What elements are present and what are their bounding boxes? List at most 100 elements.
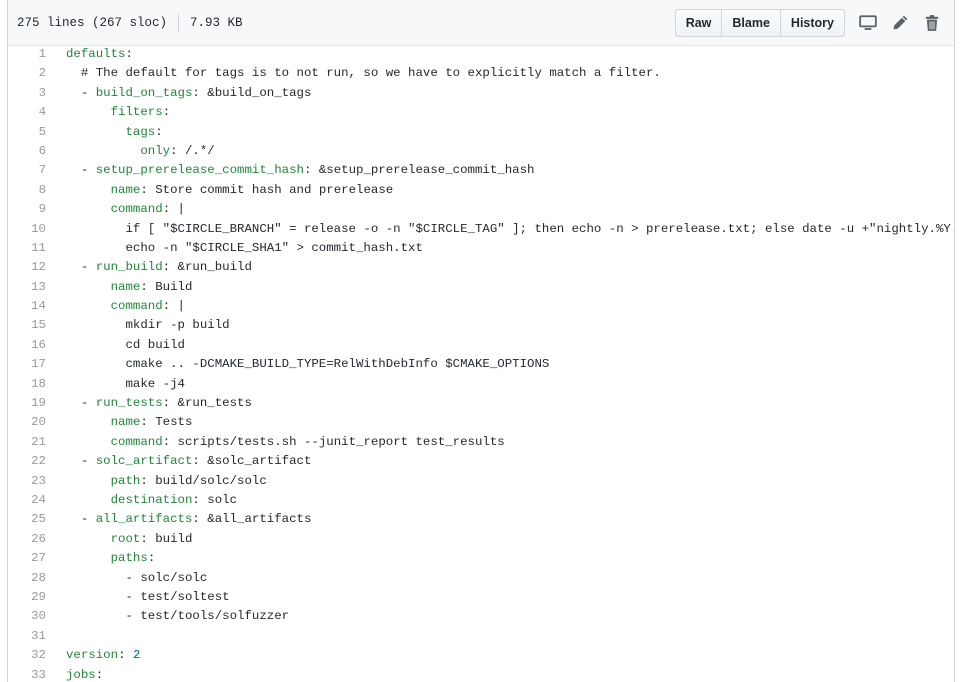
yaml-key: jobs bbox=[66, 667, 96, 682]
raw-button[interactable]: Raw bbox=[676, 10, 723, 36]
line-content: only: /.*/ bbox=[46, 142, 215, 161]
line-content: - run_build: &run_build bbox=[46, 258, 252, 277]
yaml-key: run_build bbox=[95, 260, 163, 275]
code-line: 4 filters: bbox=[8, 103, 954, 122]
code-indent: - bbox=[66, 454, 96, 469]
code-text: - test/soltest bbox=[66, 589, 230, 604]
line-content: command: | bbox=[46, 200, 185, 219]
line-number[interactable]: 5 bbox=[8, 123, 46, 142]
file-size: 7.93 KB bbox=[190, 16, 243, 30]
line-number[interactable]: 12 bbox=[8, 258, 46, 277]
history-button[interactable]: History bbox=[781, 10, 844, 36]
line-number[interactable]: 3 bbox=[8, 84, 46, 103]
line-number[interactable]: 31 bbox=[8, 627, 46, 646]
line-content: name: Store commit hash and prerelease bbox=[46, 181, 394, 200]
line-number[interactable]: 16 bbox=[8, 336, 46, 355]
yaml-value: : bbox=[95, 667, 104, 682]
line-number[interactable]: 9 bbox=[8, 200, 46, 219]
line-content: destination: solc bbox=[46, 491, 237, 510]
line-content: version: 2 bbox=[46, 646, 140, 665]
line-number[interactable]: 15 bbox=[8, 316, 46, 335]
line-content: mkdir -p build bbox=[46, 316, 230, 335]
line-content: - run_tests: &run_tests bbox=[46, 394, 252, 413]
line-number[interactable]: 22 bbox=[8, 452, 46, 471]
line-number[interactable]: 17 bbox=[8, 355, 46, 374]
blame-button[interactable]: Blame bbox=[722, 10, 781, 36]
line-number[interactable]: 18 bbox=[8, 375, 46, 394]
code-text: echo -n "$CIRCLE_SHA1" > commit_hash.txt bbox=[66, 240, 423, 255]
trash-icon[interactable] bbox=[919, 10, 945, 36]
yaml-value: : bbox=[155, 124, 163, 139]
line-number[interactable]: 23 bbox=[8, 472, 46, 491]
code-view: 1 defaults: 2 # The default for tags is to… bbox=[8, 45, 954, 682]
file-actions: Raw Blame History bbox=[674, 9, 945, 37]
line-number[interactable]: 7 bbox=[8, 161, 46, 180]
code-line: 21 command: scripts/tests.sh --junit_rep… bbox=[8, 433, 954, 452]
line-number[interactable]: 29 bbox=[8, 588, 46, 607]
code-line: 17 cmake .. -DCMAKE_BUILD_TYPE=RelWithDe… bbox=[8, 355, 954, 374]
line-number[interactable]: 4 bbox=[8, 103, 46, 122]
desktop-icon[interactable] bbox=[855, 10, 881, 36]
code-line: 16 cd build bbox=[8, 336, 954, 355]
line-number[interactable]: 25 bbox=[8, 510, 46, 529]
line-content: if [ "$CIRCLE_BRANCH" = release -o -n "$… bbox=[46, 220, 955, 239]
line-number[interactable]: 2 bbox=[8, 64, 46, 83]
line-number[interactable]: 11 bbox=[8, 239, 46, 258]
line-number[interactable]: 30 bbox=[8, 607, 46, 626]
line-content: echo -n "$CIRCLE_SHA1" > commit_hash.txt bbox=[46, 239, 423, 258]
line-content: name: Tests bbox=[46, 413, 193, 432]
line-number[interactable]: 21 bbox=[8, 433, 46, 452]
line-number[interactable]: 1 bbox=[8, 45, 46, 64]
line-number[interactable]: 6 bbox=[8, 142, 46, 161]
line-content: cmake .. -DCMAKE_BUILD_TYPE=RelWithDebIn… bbox=[46, 355, 549, 374]
yaml-value: : | bbox=[162, 202, 185, 217]
code-line: 26 root: build bbox=[8, 530, 954, 549]
line-number[interactable]: 26 bbox=[8, 530, 46, 549]
yaml-key: name bbox=[110, 415, 141, 430]
code-text: mkdir -p build bbox=[66, 318, 230, 333]
code-line: 12 - run_build: &run_build bbox=[8, 258, 954, 277]
line-number[interactable]: 8 bbox=[8, 181, 46, 200]
line-content: - build_on_tags: &build_on_tags bbox=[46, 84, 312, 103]
line-number[interactable]: 32 bbox=[8, 646, 46, 665]
code-line: 18 make -j4 bbox=[8, 375, 954, 394]
line-number[interactable]: 28 bbox=[8, 569, 46, 588]
yaml-value: : scripts/tests.sh --junit_report test_r… bbox=[162, 434, 505, 449]
line-number[interactable]: 10 bbox=[8, 220, 46, 239]
line-content: defaults: bbox=[46, 45, 133, 64]
code-text: if [ "$CIRCLE_BRANCH" = release -o -n "$… bbox=[66, 221, 955, 236]
line-number[interactable]: 24 bbox=[8, 491, 46, 510]
code-line: 7 - setup_prerelease_commit_hash: &setup… bbox=[8, 161, 954, 180]
yaml-value: : &setup_prerelease_commit_hash bbox=[303, 163, 535, 178]
line-content: root: build bbox=[46, 530, 193, 549]
yaml-value: : /.*/ bbox=[170, 143, 215, 158]
yaml-key: defaults bbox=[66, 47, 126, 61]
line-count: 275 lines (267 sloc) bbox=[17, 16, 168, 30]
yaml-key: root bbox=[110, 531, 141, 546]
line-number[interactable]: 27 bbox=[8, 549, 46, 568]
code-indent: - bbox=[66, 260, 96, 275]
pencil-icon[interactable] bbox=[887, 10, 913, 36]
yaml-value: : Tests bbox=[140, 415, 193, 430]
code-line: 10 if [ "$CIRCLE_BRANCH" = release -o -n… bbox=[8, 220, 954, 239]
yaml-key: paths bbox=[110, 551, 148, 566]
yaml-key: only bbox=[140, 143, 171, 158]
yaml-key: command bbox=[110, 299, 163, 314]
line-number[interactable]: 20 bbox=[8, 413, 46, 432]
line-number[interactable]: 19 bbox=[8, 394, 46, 413]
code-text: cmake .. -DCMAKE_BUILD_TYPE=RelWithDebIn… bbox=[66, 357, 550, 372]
yaml-value: : Store commit hash and prerelease bbox=[140, 182, 394, 197]
file-info: 275 lines (267 sloc) 7.93 KB bbox=[17, 14, 243, 32]
line-number[interactable]: 13 bbox=[8, 278, 46, 297]
line-number[interactable]: 33 bbox=[8, 666, 46, 682]
code-indent: - bbox=[66, 396, 96, 411]
line-number[interactable]: 14 bbox=[8, 297, 46, 316]
